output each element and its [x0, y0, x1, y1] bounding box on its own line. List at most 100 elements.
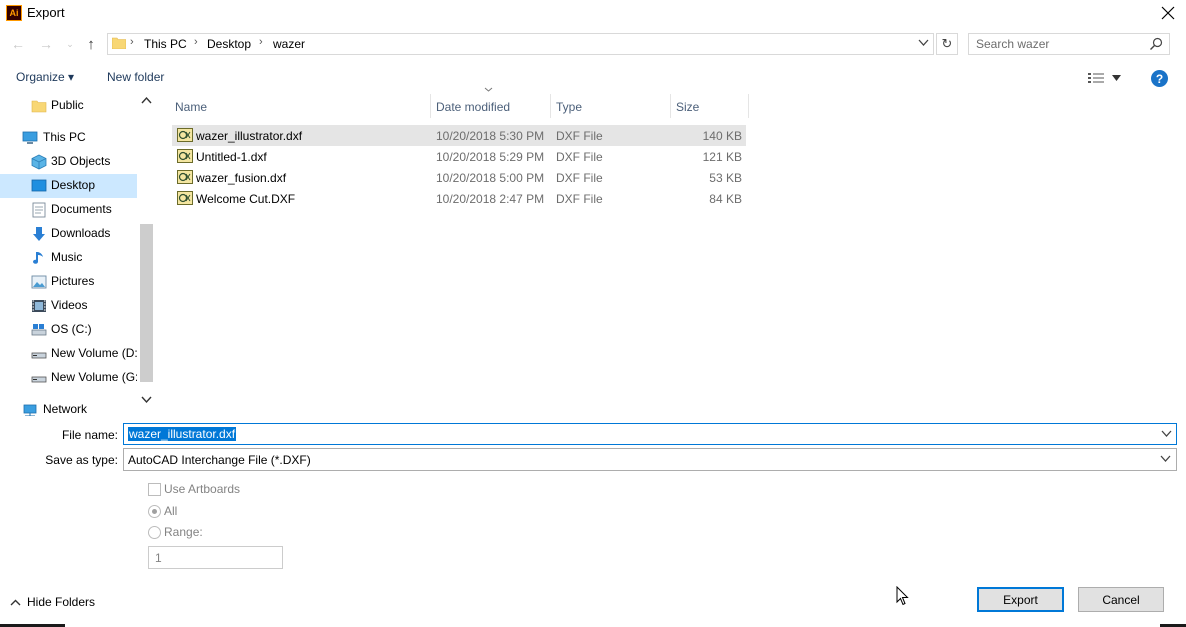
dxf-file-icon: [177, 170, 193, 184]
sidebar-item-pictures[interactable]: Pictures: [0, 270, 137, 294]
file-size: 84 KB: [709, 192, 742, 206]
sidebar-item-videos[interactable]: Videos: [0, 294, 137, 318]
sidebar-item-label: Videos: [51, 298, 88, 312]
sidebar-item-downloads[interactable]: Downloads: [0, 222, 137, 246]
breadcrumb-wazer[interactable]: wazer: [273, 37, 305, 51]
mouse-cursor-icon: [896, 586, 909, 606]
dxf-file-icon: [177, 149, 193, 163]
file-row[interactable]: wazer_fusion.dxf 10/20/2018 5:00 PM DXF …: [172, 167, 746, 188]
address-bar[interactable]: › This PC › Desktop › wazer: [107, 33, 934, 55]
desktop-icon: [31, 179, 47, 192]
file-date: 10/20/2018 5:00 PM: [436, 171, 545, 185]
all-radio[interactable]: [148, 505, 161, 518]
breadcrumb-separator: ›: [130, 36, 134, 48]
sidebar-item-label: Downloads: [51, 226, 111, 240]
sidebar-item-label: Desktop: [51, 178, 96, 192]
help-icon[interactable]: ?: [1151, 70, 1168, 87]
search-input[interactable]: [969, 34, 1147, 54]
sidebar-item-label: Public: [51, 98, 84, 112]
sidebar-item-new-volume-g[interactable]: New Volume (G:: [0, 366, 137, 390]
breadcrumb-separator: ›: [194, 36, 198, 48]
refresh-button[interactable]: ↻: [936, 33, 958, 55]
sidebar-item-desktop[interactable]: Desktop: [0, 174, 137, 198]
column-divider[interactable]: [670, 94, 671, 118]
chevron-up-icon[interactable]: [141, 96, 152, 104]
back-button[interactable]: ←: [8, 34, 28, 54]
dxf-file-icon: [177, 191, 193, 205]
save-as-type-label: Save as type:: [45, 453, 118, 467]
sidebar-item-3d-objects[interactable]: 3D Objects: [0, 150, 137, 174]
sidebar-item-public[interactable]: Public: [0, 94, 137, 118]
chevron-down-icon[interactable]: [918, 37, 929, 48]
video-icon: [32, 300, 46, 312]
breadcrumb-this-pc[interactable]: This PC: [144, 37, 187, 51]
sidebar-item-label: Pictures: [51, 274, 95, 288]
all-label: All: [164, 504, 178, 518]
column-divider[interactable]: [430, 94, 431, 118]
column-header-size[interactable]: Size: [676, 100, 699, 114]
sidebar-item-label: Documents: [51, 202, 112, 216]
file-type: DXF File: [556, 150, 603, 164]
drive-icon: [31, 376, 47, 383]
file-type: DXF File: [556, 192, 603, 206]
file-row[interactable]: Welcome Cut.DXF 10/20/2018 2:47 PM DXF F…: [172, 188, 746, 209]
radio-dot: [152, 509, 157, 514]
forward-button[interactable]: →: [36, 34, 56, 54]
chevron-down-icon: ⌄: [66, 38, 74, 49]
new-folder-button[interactable]: New folder: [107, 70, 164, 84]
sidebar-item-os-c[interactable]: OS (C:): [0, 318, 137, 342]
refresh-icon: ↻: [941, 36, 953, 51]
range-radio[interactable]: [148, 526, 161, 539]
file-name-label: File name:: [61, 428, 118, 442]
breadcrumb-separator: ›: [259, 36, 263, 48]
up-arrow-icon: ↑: [87, 35, 95, 53]
file-row[interactable]: wazer_illustrator.dxf 10/20/2018 5:30 PM…: [172, 125, 746, 146]
hide-folders-button[interactable]: Hide Folders: [10, 595, 95, 609]
view-options-button[interactable]: [1088, 70, 1124, 86]
save-as-type-select[interactable]: AutoCAD Interchange File (*.DXF): [123, 448, 1177, 471]
file-size: 121 KB: [702, 150, 742, 164]
navigation-pane: Public This PC 3D Objects Desktop Docume…: [0, 94, 155, 416]
breadcrumb-desktop[interactable]: Desktop: [207, 37, 251, 51]
file-date: 10/20/2018 2:47 PM: [436, 192, 545, 206]
sidebar-item-label: Music: [51, 250, 83, 264]
sidebar-item-this-pc[interactable]: This PC: [0, 126, 137, 150]
save-as-type-value: AutoCAD Interchange File (*.DXF): [128, 453, 311, 467]
file-type: DXF File: [556, 171, 603, 185]
up-button[interactable]: ↑: [81, 34, 101, 54]
music-icon: [33, 252, 43, 264]
search-box[interactable]: [968, 33, 1170, 55]
scrollbar-thumb[interactable]: [140, 224, 153, 382]
document-icon: [32, 202, 46, 218]
chevron-up-icon: [10, 599, 21, 605]
file-row[interactable]: Untitled-1.dxf 10/20/2018 5:29 PM DXF Fi…: [172, 146, 746, 167]
range-input[interactable]: 1: [148, 546, 283, 569]
chevron-down-icon[interactable]: [141, 396, 152, 404]
chevron-down-icon[interactable]: [1160, 453, 1171, 464]
chevron-down-icon[interactable]: [1161, 428, 1172, 439]
drive-icon: [31, 324, 47, 336]
file-name-value[interactable]: wazer_illustrator.dxf: [128, 427, 237, 441]
use-artboards-checkbox[interactable]: [148, 483, 161, 496]
sidebar-item-new-volume-d[interactable]: New Volume (D:: [0, 342, 137, 366]
sidebar-item-documents[interactable]: Documents: [0, 198, 137, 222]
file-name: Untitled-1.dxf: [196, 150, 267, 164]
column-divider[interactable]: [748, 94, 749, 118]
navigation-scrollbar[interactable]: [138, 94, 155, 416]
recent-locations-button[interactable]: ⌄: [60, 34, 80, 54]
cancel-button[interactable]: Cancel: [1078, 587, 1164, 612]
sidebar-item-music[interactable]: Music: [0, 246, 137, 270]
organize-button[interactable]: Organize ▾: [16, 70, 74, 84]
column-header-type[interactable]: Type: [556, 100, 582, 114]
close-button[interactable]: [1150, 0, 1186, 26]
file-name: wazer_fusion.dxf: [196, 171, 287, 185]
title-bar: [0, 0, 1186, 27]
sidebar-item-network[interactable]: Network: [0, 398, 137, 416]
column-header-name[interactable]: Name: [175, 100, 207, 114]
export-button[interactable]: Export: [977, 587, 1064, 612]
column-divider[interactable]: [550, 94, 551, 118]
caret-down-icon: [1112, 75, 1121, 81]
folder-icon: [31, 100, 47, 113]
file-name-input[interactable]: wazer_illustrator.dxf: [123, 423, 1177, 445]
column-header-date-modified[interactable]: Date modified: [436, 100, 510, 114]
